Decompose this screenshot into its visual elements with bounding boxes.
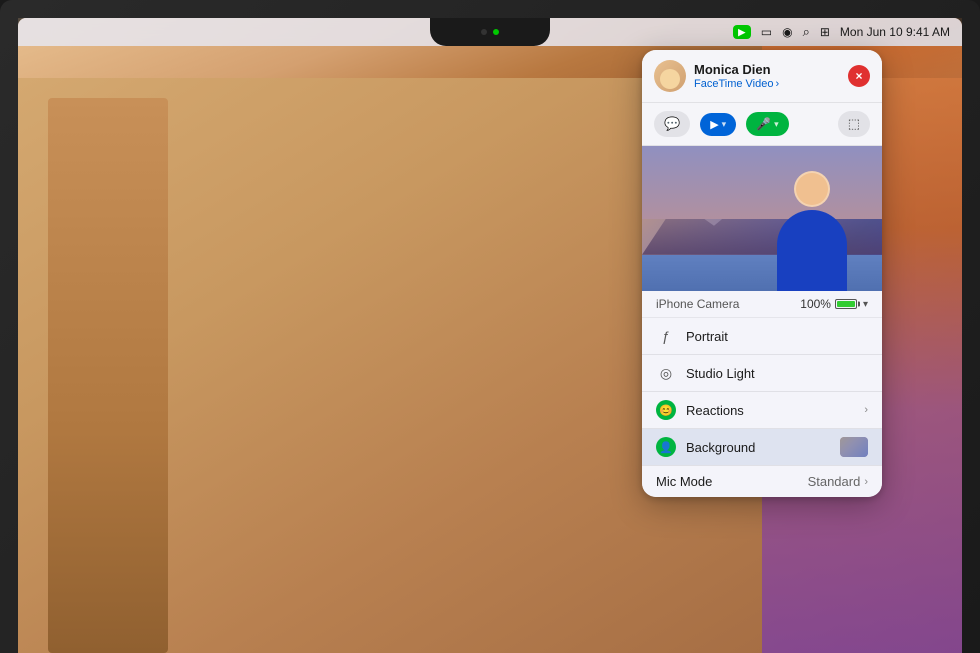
menubar-search-icon[interactable]: ⌕ <box>803 24 810 40</box>
macbook-frame: ▶ ▭ ◉ ⌕ ⊞ Mon Jun 10 9:41 AM Monica Dien <box>0 0 980 653</box>
mic-mode-chevron: › <box>864 476 868 488</box>
mic-mode-row[interactable]: Mic Mode Standard › <box>642 466 882 497</box>
portrait-menu-item[interactable]: ƒ Portrait <box>642 318 882 354</box>
video-icon: ▶ <box>710 118 718 131</box>
room-panel <box>48 98 168 653</box>
reactions-menu-item[interactable]: 😊 Reactions › <box>642 392 882 428</box>
background-icon: 👤 <box>656 437 676 457</box>
menubar-facetime-icon[interactable]: ▶ <box>733 25 751 39</box>
notch-dot-1 <box>481 29 487 35</box>
close-button[interactable]: × <box>848 65 870 87</box>
preview-person-head <box>794 171 830 207</box>
battery-indicator <box>835 299 857 309</box>
video-preview <box>642 146 882 291</box>
studio-light-label: Studio Light <box>686 366 868 381</box>
message-button[interactable]: 💬 <box>654 111 690 137</box>
contact-name-area: Monica Dien FaceTime Video › <box>694 62 848 90</box>
reactions-icon: 😊 <box>656 400 676 420</box>
camera-label: iPhone Camera <box>656 297 800 311</box>
battery-fill <box>837 301 855 307</box>
notch-dot-green <box>493 29 499 35</box>
mic-mode-value: Standard <box>808 474 861 489</box>
facetime-popup: Monica Dien FaceTime Video › × 💬 ▶ ▾ <box>642 50 882 497</box>
preview-person-body <box>777 210 847 291</box>
studio-light-icon: ◎ <box>656 363 676 383</box>
video-button[interactable]: ▶ ▾ <box>700 113 736 136</box>
contact-name: Monica Dien <box>694 62 848 78</box>
mic-button[interactable]: 🎤 ▾ <box>746 112 788 136</box>
portrait-icon: ƒ <box>656 326 676 346</box>
app-label: FaceTime Video <box>694 78 773 90</box>
message-icon: 💬 <box>664 116 680 132</box>
menubar-wifi-icon: ◉ <box>782 25 792 39</box>
menubar-battery-icon: ▭ <box>761 25 772 39</box>
contact-avatar <box>654 60 686 92</box>
mic-icon: 🎤 <box>756 117 771 131</box>
menubar-datetime: Mon Jun 10 9:41 AM <box>840 25 950 39</box>
background-label: Background <box>686 440 830 455</box>
menubar-right: ▶ ▭ ◉ ⌕ ⊞ Mon Jun 10 9:41 AM <box>733 24 950 40</box>
portrait-label: Portrait <box>686 329 868 344</box>
camera-chevron: ▾ <box>863 299 868 310</box>
screen-share-button[interactable]: ⬚ <box>838 111 870 137</box>
menubar-control-icon[interactable]: ⊞ <box>820 25 830 39</box>
dropdown-panel: iPhone Camera 100% ▾ ƒ Portrait <box>642 291 882 497</box>
studio-light-menu-item[interactable]: ◎ Studio Light <box>642 355 882 391</box>
reactions-label: Reactions <box>686 403 854 418</box>
camera-battery-pct: 100% <box>800 297 857 311</box>
background-menu-item[interactable]: 👤 Background <box>642 429 882 465</box>
reactions-chevron: › <box>864 404 868 416</box>
controls-row: 💬 ▶ ▾ 🎤 ▾ ⬚ <box>642 103 882 146</box>
popup-header: Monica Dien FaceTime Video › × <box>642 50 882 103</box>
video-chevron: ▾ <box>722 119 727 130</box>
subtitle-chevron: › <box>775 78 779 90</box>
background-thumbnail <box>840 437 868 457</box>
camera-notch <box>430 18 550 46</box>
screen-share-icon: ⬚ <box>848 116 860 132</box>
mic-mode-label: Mic Mode <box>656 474 808 489</box>
preview-person <box>772 171 852 291</box>
camera-source-row[interactable]: iPhone Camera 100% ▾ <box>642 291 882 318</box>
mic-chevron: ▾ <box>774 119 779 130</box>
screen: ▶ ▭ ◉ ⌕ ⊞ Mon Jun 10 9:41 AM Monica Dien <box>18 18 962 653</box>
popup-subtitle[interactable]: FaceTime Video › <box>694 78 848 90</box>
